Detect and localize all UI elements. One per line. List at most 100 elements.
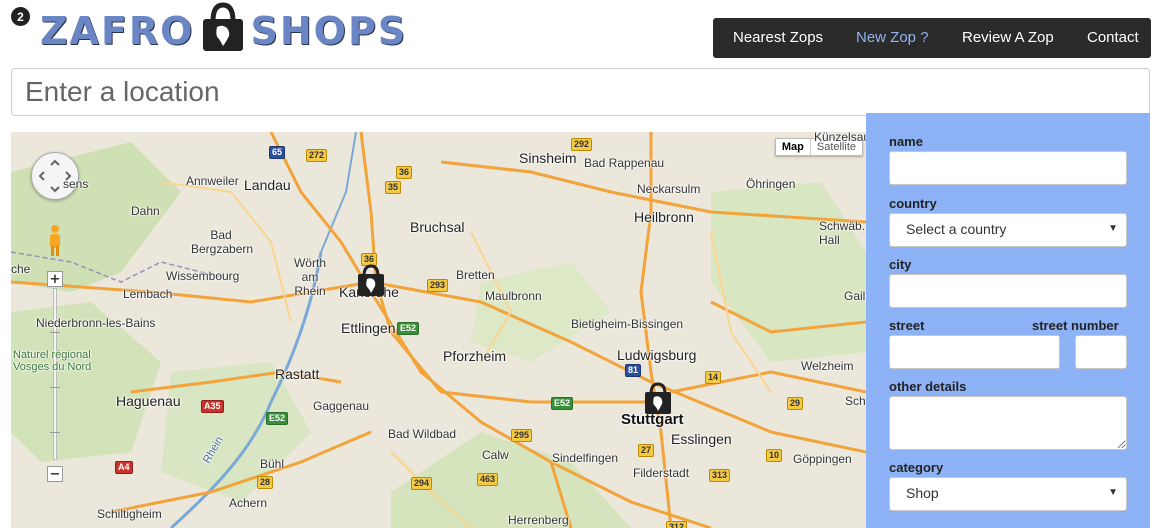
map-label: Landau (244, 177, 291, 193)
name-label: name (889, 134, 923, 149)
map-label: Schwäb. Hall (819, 219, 866, 247)
select-caret-icon: ▼ (1108, 487, 1118, 498)
map-roads (11, 132, 866, 528)
street-field[interactable] (889, 335, 1060, 369)
map-label: Esslingen (671, 431, 732, 447)
site-logo[interactable]: ZAFRO SHOPS (40, 1, 408, 62)
shopping-bag-africa-icon (199, 1, 247, 62)
road-shield: 294 (411, 477, 433, 490)
zoom-tick (50, 387, 60, 388)
other-details-label: other details (889, 379, 967, 394)
map-label: Ettlingen (341, 320, 396, 336)
road-shield: 29 (787, 397, 804, 410)
category-select[interactable]: Shop ▼ (889, 477, 1127, 511)
nav-new-zop[interactable]: New Zop ? (856, 29, 929, 46)
road-shield: 292 (571, 138, 593, 151)
street-number-label: street number (1032, 318, 1119, 333)
map-label: Bad Wildbad (388, 427, 457, 441)
select-caret-icon: ▼ (1108, 223, 1118, 234)
zoom-slider-track[interactable] (53, 288, 57, 460)
map-label: Bruchsal (410, 219, 465, 235)
map-label: che (11, 262, 31, 276)
map-label: Sch (845, 394, 866, 408)
map-label: Rastatt (275, 366, 320, 382)
map-label: Maulbronn (485, 289, 542, 303)
map-label: Gaggenau (313, 399, 370, 413)
map-label: Pforzheim (443, 348, 507, 364)
road-shield: 10 (766, 449, 783, 462)
map-label: Lembach (123, 287, 173, 301)
nav-review-a-zop[interactable]: Review A Zop (962, 29, 1054, 46)
map-label: Bretten (456, 268, 495, 282)
map-label: Haguenau (116, 393, 181, 409)
map-label: Annweiler (186, 174, 239, 188)
map-label: Bühl (260, 457, 285, 471)
map-label: Filderstadt (633, 466, 690, 480)
city-field[interactable] (889, 274, 1127, 308)
road-shield: 293 (427, 279, 449, 292)
map-label: Calw (482, 448, 509, 462)
map-label: Ludwigsburg (617, 347, 697, 363)
road-shield: 463 (477, 473, 499, 486)
zoom-tick (50, 332, 60, 333)
country-label: country (889, 196, 937, 211)
road-shield: 65 (269, 146, 286, 159)
nav-nearest-zops[interactable]: Nearest Zops (733, 29, 823, 46)
map-label: Neckarsulm (637, 182, 701, 196)
street-number-field[interactable] (1075, 335, 1127, 369)
map-label: Öhringen (746, 177, 796, 191)
road-shield: E52 (551, 397, 574, 410)
main-nav: Nearest Zops New Zop ? Review A Zop Cont… (713, 18, 1151, 58)
road-shield: A35 (201, 400, 224, 413)
logo-text-right: SHOPS (250, 9, 408, 53)
name-field[interactable] (889, 151, 1127, 185)
logo-text-left: ZAFRO (40, 9, 195, 53)
map-label: Bad Bergzabern (191, 228, 254, 256)
road-shield: 35 (385, 181, 402, 194)
road-shield: E52 (266, 412, 289, 425)
shop-marker-icon[interactable] (354, 262, 388, 298)
zoom-tick (50, 432, 60, 433)
map-label: Heilbronn (634, 209, 694, 225)
location-search (11, 68, 1150, 116)
zoom-in-button[interactable]: + (47, 271, 63, 287)
category-select-value: Shop (906, 485, 939, 501)
map-label: Achern (229, 496, 268, 510)
country-select-value: Select a country (906, 221, 1007, 237)
pan-arrows-icon (38, 159, 72, 193)
map-label: Welzheim (801, 359, 854, 373)
map-label: Wörth am Rhein (293, 256, 326, 298)
map-label: Göppingen (793, 452, 852, 466)
nav-contact[interactable]: Contact (1087, 29, 1139, 46)
map-type-map[interactable]: Map (776, 139, 811, 155)
road-shield: 313 (709, 469, 731, 482)
map-label: Bietigheim-Bissingen (571, 317, 684, 331)
map-view[interactable]: Map Satellite + − Künzelsau Sinsheim Bad… (11, 132, 866, 528)
road-shield: 81 (625, 364, 642, 377)
category-label: category (889, 460, 944, 475)
road-shield: 14 (705, 371, 722, 384)
new-zop-form: name country Select a country ▼ city str… (866, 113, 1150, 528)
location-input[interactable] (12, 69, 1149, 115)
city-label: city (889, 257, 912, 272)
street-label: street (889, 318, 925, 333)
map-label: Sindelfingen (552, 451, 619, 465)
road-shield: 36 (396, 166, 413, 179)
map-label: sens (63, 177, 89, 191)
pan-control[interactable] (31, 152, 79, 200)
shop-marker-icon[interactable] (641, 380, 675, 416)
map-label: Niederbronn-les-Bains (36, 316, 156, 330)
map-label: Künzelsau (814, 132, 866, 144)
map-label: Dahn (131, 204, 160, 218)
country-select[interactable]: Select a country ▼ (889, 213, 1127, 247)
map-label: Bad Rappenau (584, 156, 665, 170)
other-details-field[interactable] (889, 396, 1127, 450)
pegman-icon[interactable] (47, 224, 63, 258)
step-badge: 2 (11, 7, 30, 26)
road-shield: 295 (511, 429, 533, 442)
road-shield: E52 (397, 322, 420, 335)
zoom-out-button[interactable]: − (47, 466, 63, 482)
road-shield: A4 (115, 461, 133, 474)
map-label: Wissembourg (166, 269, 240, 283)
road-shield: 272 (306, 149, 328, 162)
